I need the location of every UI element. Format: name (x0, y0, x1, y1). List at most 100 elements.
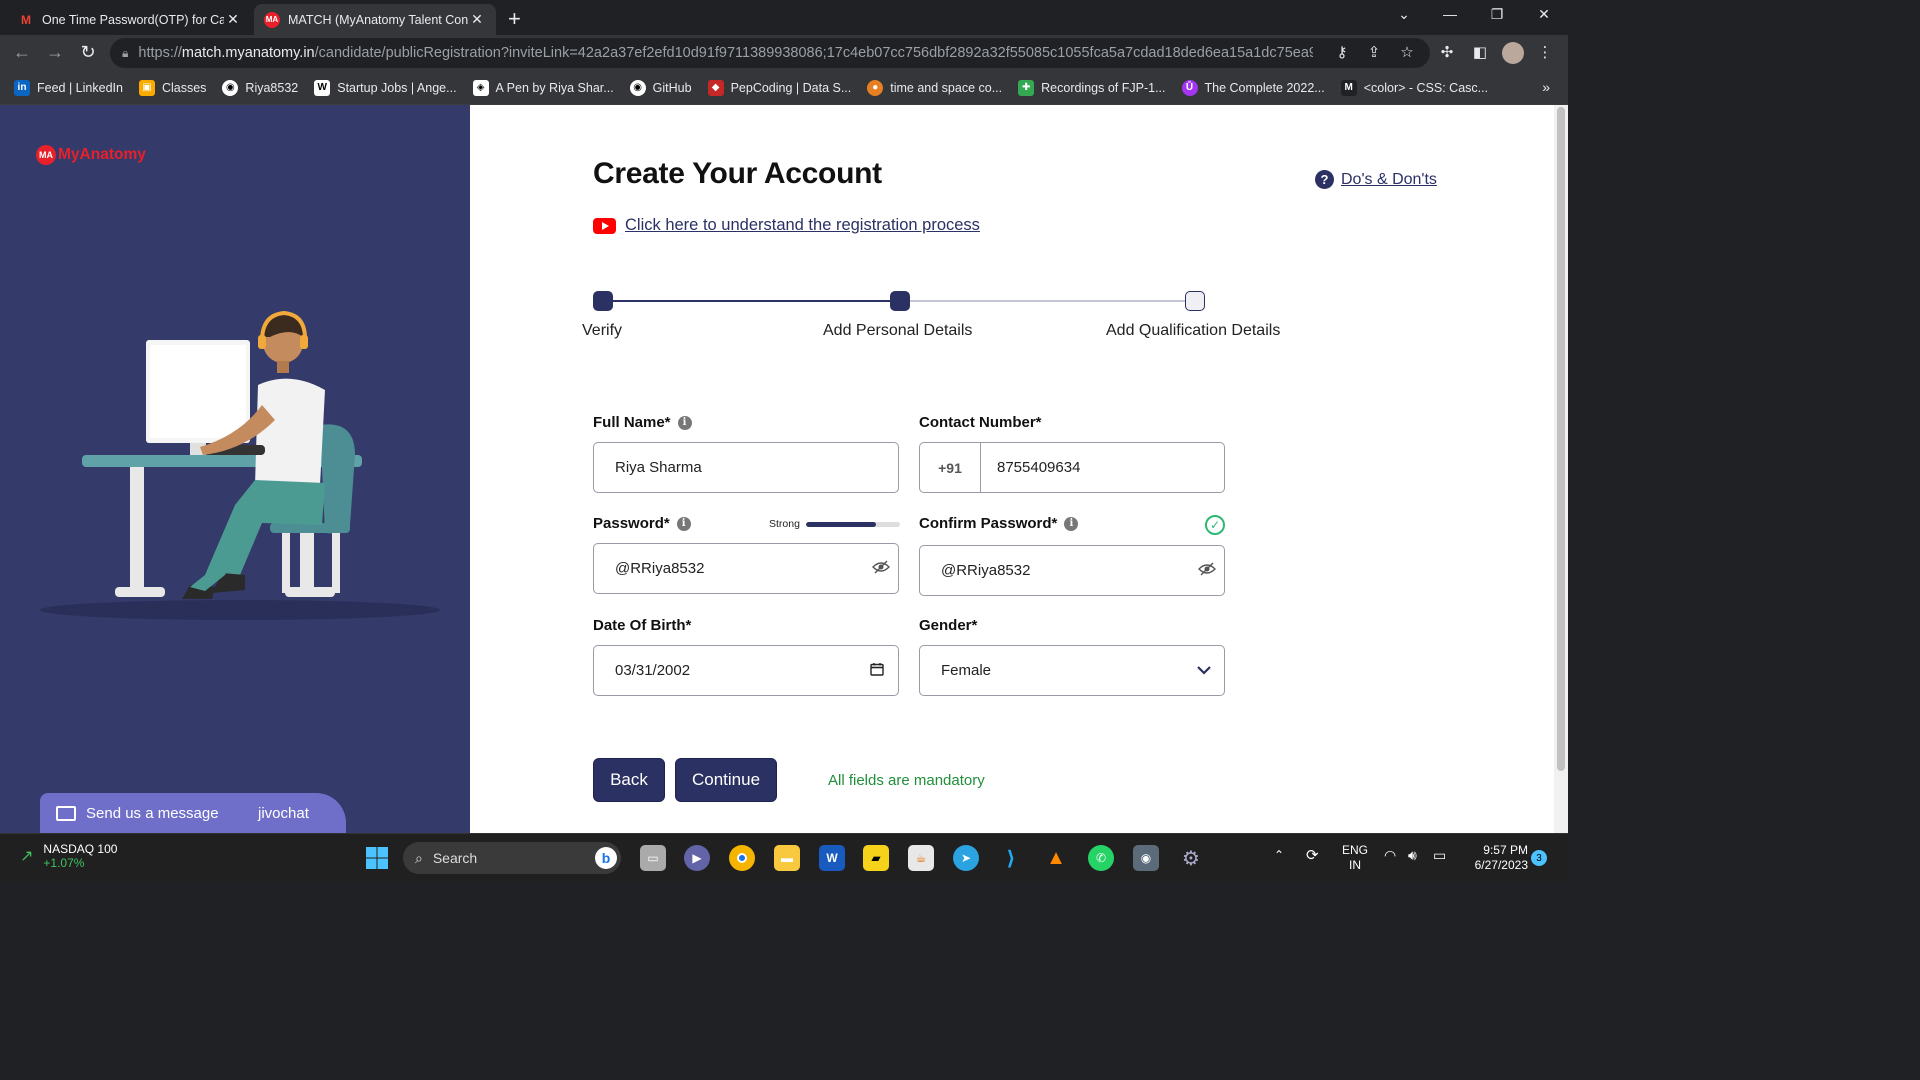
bookmark-star-icon[interactable]: ☆ (1396, 43, 1418, 61)
chevron-down-icon (1196, 663, 1214, 678)
pepcoding-icon: ◆ (707, 79, 724, 96)
back-button[interactable]: Back (593, 758, 665, 802)
tab-myanatomy[interactable]: MA MATCH (MyAnatomy Talent Conv ✕ (254, 4, 496, 35)
close-tab-icon[interactable]: ✕ (224, 11, 242, 28)
step-label-qualification: Add Qualification Details (1106, 322, 1281, 339)
minimize-icon[interactable]: — (1440, 6, 1460, 22)
profile-avatar[interactable] (1502, 42, 1524, 64)
vscode-icon[interactable]: ⟩ (998, 845, 1024, 871)
bookmark-github[interactable]: ◉ GitHub (629, 79, 692, 96)
forward-arrow-icon[interactable]: → (44, 42, 66, 63)
video-link-label: Click here to understand the registratio… (625, 216, 980, 234)
restore-icon[interactable]: ❐ (1487, 6, 1507, 23)
info-icon[interactable]: i (677, 415, 692, 430)
password-input[interactable]: @RRiya8532 (593, 543, 899, 594)
teams-icon[interactable]: ▶ (684, 845, 710, 871)
continue-button[interactable]: Continue (675, 758, 777, 802)
linkedin-icon: in (14, 79, 30, 96)
notification-badge[interactable]: 3 (1531, 850, 1547, 866)
show-hidden-icons-chevron[interactable]: ⌃ (1274, 848, 1284, 862)
page-scrollbar[interactable] (1554, 105, 1568, 833)
contact-number-field[interactable]: +91 8755409634 (919, 442, 1225, 493)
windows-start-icon[interactable] (364, 845, 390, 871)
bookmark-startup-jobs[interactable]: W Startup Jobs | Ange... (314, 79, 457, 96)
eye-slash-icon[interactable] (872, 560, 890, 577)
camera-icon[interactable]: ◉ (1133, 845, 1159, 871)
sidebar-panel: MA MyAnatomy Send us a message jivochat (0, 105, 470, 833)
dob-label: Date Of Birth* (593, 617, 692, 634)
password-key-icon[interactable]: ⚷ (1331, 43, 1353, 61)
scrollbar-thumb[interactable] (1557, 107, 1565, 771)
new-tab-icon[interactable]: + (508, 6, 521, 32)
stepper-progress-line (613, 300, 900, 302)
page-title: Create Your Account (593, 157, 882, 190)
close-tab-icon[interactable]: ✕ (468, 11, 486, 28)
registration-form-area: Create Your Account ? Do's & Don'ts Clic… (470, 105, 1554, 833)
info-icon[interactable]: i (1064, 516, 1079, 531)
dob-input[interactable]: 03/31/2002 (593, 645, 899, 696)
clock[interactable]: 9:57 PM 6/27/2023 (1462, 843, 1528, 873)
bookmark-riya8532[interactable]: ◉ Riya8532 (222, 79, 298, 96)
bookmark-recordings[interactable]: ✚ Recordings of FJP-1... (1018, 79, 1166, 96)
vlc-icon[interactable]: ▲ (1043, 845, 1069, 871)
bookmark-linkedin[interactable]: in Feed | LinkedIn (14, 79, 123, 96)
contact-number-input[interactable]: 8755409634 (981, 459, 1224, 476)
full-name-label: Full Name* i (593, 414, 692, 431)
tab-search-icon[interactable]: ⌄ (1394, 6, 1414, 23)
page-content: MA MyAnatomy Send us a message jivochat … (0, 105, 1568, 833)
back-arrow-icon[interactable]: ← (11, 42, 33, 63)
mdn-icon: M (1340, 79, 1357, 96)
github-icon: ◉ (629, 79, 646, 96)
calendar-icon[interactable] (870, 662, 888, 679)
eye-slash-icon[interactable] (1198, 562, 1216, 579)
bookmark-codepen[interactable]: ◈ A Pen by Riya Shar... (472, 79, 614, 96)
checkmark-circle-icon: ✓ (1205, 515, 1225, 535)
language-indicator[interactable]: ENG IN (1338, 843, 1372, 873)
password-label: Password* i (593, 515, 691, 532)
strength-bar-fill (805, 521, 877, 527)
side-panel-icon[interactable]: ◧ (1469, 43, 1491, 61)
bookmark-pepcoding[interactable]: ◆ PepCoding | Data S... (707, 79, 851, 96)
bookmark-mdn[interactable]: M <color> - CSS: Casc... (1340, 79, 1488, 96)
task-view-icon[interactable]: ▭ (640, 845, 666, 871)
step-label-verify: Verify (582, 322, 623, 339)
registration-video-link[interactable]: Click here to understand the registratio… (593, 216, 980, 235)
contact-number-label: Contact Number* (919, 414, 1042, 431)
close-window-icon[interactable]: ✕ (1534, 6, 1554, 23)
dos-donts-link[interactable]: ? Do's & Don'ts (1315, 170, 1437, 189)
tab-gmail[interactable]: M One Time Password(OTP) for Can ✕ (8, 4, 252, 35)
bookmark-time-space[interactable]: ● time and space co... (867, 79, 1002, 96)
info-icon[interactable]: i (676, 516, 691, 531)
share-icon[interactable]: ⇪ (1363, 43, 1385, 61)
tab-title: One Time Password(OTP) for Can (42, 12, 224, 27)
bookmark-classes[interactable]: ▣ Classes (138, 79, 206, 96)
settings-gear-icon[interactable]: ⚙ (1178, 845, 1204, 871)
sticky-notes-icon[interactable]: ▰ (863, 845, 889, 871)
country-code[interactable]: +91 (920, 443, 981, 492)
taskbar-search[interactable]: ⌕ Search b (403, 842, 621, 874)
whatsapp-icon[interactable]: ✆ (1088, 845, 1114, 871)
sync-icon[interactable]: ⟳ (1306, 846, 1319, 864)
chrome-icon[interactable] (729, 845, 755, 871)
address-bar[interactable]: 🔒︎ https://match.myanatomy.in/candidate/… (110, 38, 1430, 68)
globe-icon: ● (867, 79, 884, 96)
chat-widget[interactable]: Send us a message jivochat (40, 793, 346, 833)
telegram-icon[interactable]: ➤ (953, 845, 979, 871)
java-icon[interactable]: ☕ (908, 845, 934, 871)
word-icon[interactable]: W (819, 845, 845, 871)
extensions-icon[interactable]: ✣ (1436, 43, 1458, 61)
full-name-input[interactable]: Riya Sharma (593, 442, 899, 493)
more-bookmarks-icon[interactable]: » (1542, 79, 1550, 95)
reload-icon[interactable]: ↻ (77, 42, 99, 63)
stock-widget[interactable]: ↗ NASDAQ 100 +1.07% (20, 842, 117, 870)
tab-title: MATCH (MyAnatomy Talent Conv (288, 12, 468, 27)
gender-select[interactable]: Female (919, 645, 1225, 696)
file-explorer-icon[interactable]: ▬ (774, 845, 800, 871)
volume-icon[interactable]: 🔊︎ (1408, 847, 1417, 864)
confirm-password-input[interactable]: @RRiya8532 (919, 545, 1225, 596)
password-strength-meter: Strong (769, 518, 900, 530)
wifi-icon[interactable]: ◠ (1384, 847, 1396, 864)
bookmark-udemy[interactable]: Ū The Complete 2022... (1181, 79, 1325, 96)
battery-icon[interactable]: ▭ (1433, 847, 1446, 864)
menu-kebab-icon[interactable]: ⋮ (1534, 43, 1556, 61)
